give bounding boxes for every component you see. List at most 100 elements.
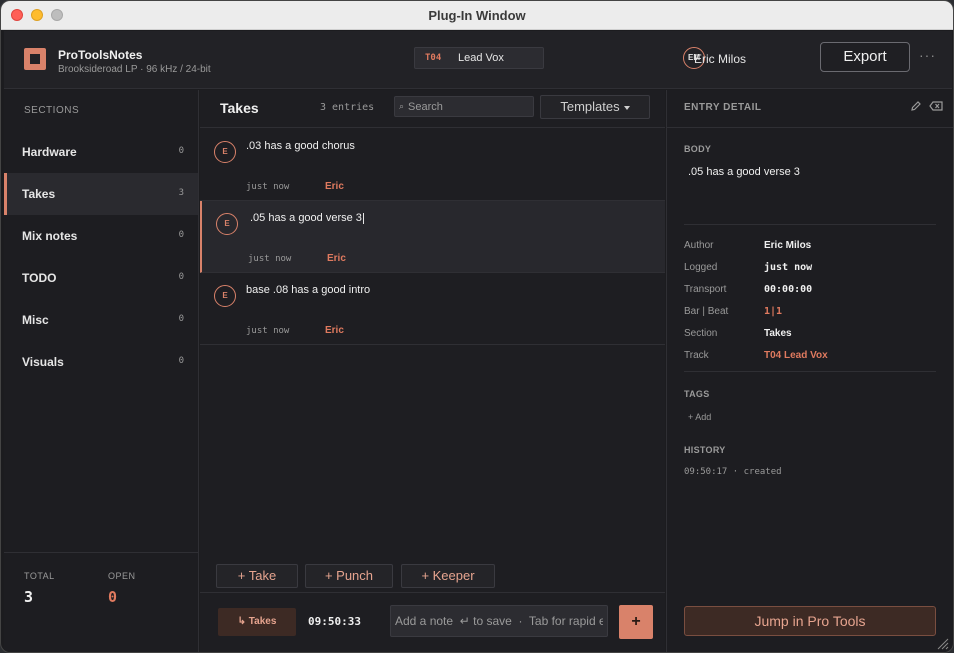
transport-clock: 09:50:33 xyxy=(308,615,361,628)
entry-text: base .08 has a good intro xyxy=(246,284,371,296)
detail-title: ENTRY DETAIL xyxy=(684,102,762,113)
entry-author: Eric xyxy=(327,253,346,264)
sidebar-item-count: 0 xyxy=(178,356,184,366)
add-punch-button[interactable]: + Punch xyxy=(305,564,393,588)
body-text[interactable]: .05 has a good verse 3 xyxy=(688,166,800,178)
field-key-bar-beat: Bar | Beat xyxy=(684,306,729,317)
sections-heading: SECTIONS xyxy=(24,105,80,116)
resize-grip-icon[interactable] xyxy=(935,636,949,650)
title-bar: Plug-In Window xyxy=(1,1,953,30)
sidebar-item-label: Mix notes xyxy=(22,229,78,243)
note-input[interactable] xyxy=(390,605,608,637)
list-item-selected[interactable]: E .05 has a good verse 3 just now Eric xyxy=(200,201,665,273)
field-key-author: Author xyxy=(684,240,714,251)
search-icon: ⌕ xyxy=(399,101,405,111)
list-item[interactable]: E .03 has a good chorus just now Eric xyxy=(200,129,665,201)
total-label: TOTAL xyxy=(24,571,55,581)
sidebar-item-todo[interactable]: TODO 0 xyxy=(4,257,198,299)
add-keeper-button[interactable]: + Keeper xyxy=(401,564,495,588)
sidebar-item-label: Misc xyxy=(22,313,49,327)
sidebar-item-takes[interactable]: Takes 3 xyxy=(4,173,198,215)
add-take-button[interactable]: + Take xyxy=(216,564,298,588)
sections-sidebar: SECTIONS Hardware 0 Takes 3 Mix notes 0 … xyxy=(4,90,199,652)
add-tag-button[interactable]: + Add xyxy=(688,412,711,422)
templates-label: Templates xyxy=(560,99,620,114)
author-avatar: E xyxy=(214,285,236,307)
entry-time: just now xyxy=(248,254,292,264)
sidebar-item-label: Hardware xyxy=(22,145,77,159)
templates-dropdown[interactable]: Templates xyxy=(540,95,650,119)
sidebar-item-count: 0 xyxy=(178,146,184,156)
total-value: 3 xyxy=(24,588,34,606)
chevron-down-icon xyxy=(623,105,630,110)
sidebar-item-mix-notes[interactable]: Mix notes 0 xyxy=(4,215,198,257)
entry-text: .05 has a good verse 3 xyxy=(250,212,362,224)
author-avatar: E xyxy=(216,213,238,235)
field-key-section: Section xyxy=(684,328,718,339)
plugin-window: Plug-In Window ProToolsNotes Brooksidero… xyxy=(0,0,954,653)
track-selector[interactable]: T04 Lead Vox xyxy=(414,47,544,69)
field-key-track: Track xyxy=(684,350,709,361)
entry-time: just now xyxy=(246,326,290,336)
sidebar-stats: TOTAL 3 OPEN 0 xyxy=(4,552,198,652)
field-key-logged: Logged xyxy=(684,262,718,273)
open-label: OPEN xyxy=(108,571,136,581)
field-value-track: T04 Lead Vox xyxy=(764,350,828,361)
search-input[interactable] xyxy=(408,99,530,115)
jump-in-pro-tools-button[interactable]: Jump in Pro Tools xyxy=(684,606,936,636)
history-label: HISTORY xyxy=(684,445,726,455)
entry-text-editor[interactable]: .05 has a good verse 3 xyxy=(250,212,364,224)
open-value: 0 xyxy=(108,588,118,606)
field-value-bar-beat: 1|1 xyxy=(764,306,783,317)
session-subtitle: Brooksideroad LP · 96 kHz / 24-bit xyxy=(58,64,211,75)
list-item[interactable]: E base .08 has a good intro just now Eri… xyxy=(200,273,665,345)
field-value-logged: just now xyxy=(764,262,813,273)
divider xyxy=(684,224,936,225)
entry-detail-panel: ENTRY DETAIL BODY .05 has a good verse 3… xyxy=(666,90,953,652)
search-box[interactable]: ⌕ xyxy=(394,96,534,117)
track-name: Lead Vox xyxy=(458,52,504,64)
section-title: Takes xyxy=(220,100,259,116)
field-value-section: Takes xyxy=(764,328,792,339)
sidebar-item-misc[interactable]: Misc 0 xyxy=(4,299,198,341)
app-name: ProToolsNotes xyxy=(58,48,143,62)
tags-label: TAGS xyxy=(684,389,710,399)
body-label: BODY xyxy=(684,144,712,154)
window-title: Plug-In Window xyxy=(428,8,526,23)
app-header: ProToolsNotes Brooksideroad LP · 96 kHz … xyxy=(4,31,952,89)
history-entry: 09:50:17 · created xyxy=(684,467,782,477)
entry-author: Eric xyxy=(325,181,344,192)
entries-header: Takes 3 entries ⌕ Templates xyxy=(200,90,665,128)
entry-time: just now xyxy=(246,182,290,192)
sidebar-item-label: Visuals xyxy=(22,355,64,369)
sidebar-item-label: Takes xyxy=(22,187,56,201)
entry-author: Eric xyxy=(325,325,344,336)
user-name: Eric Milos xyxy=(694,52,747,66)
entry-count: 3 entries xyxy=(320,102,375,113)
sidebar-item-count: 3 xyxy=(178,188,184,198)
field-value-author: Eric Milos xyxy=(764,240,812,251)
export-button[interactable]: Export xyxy=(820,42,910,72)
pencil-icon[interactable] xyxy=(910,100,922,112)
add-note-button[interactable]: + xyxy=(619,605,653,639)
sidebar-item-count: 0 xyxy=(178,314,184,324)
more-options-icon[interactable]: ··· xyxy=(919,47,936,63)
sidebar-item-hardware[interactable]: Hardware 0 xyxy=(4,131,198,173)
track-code: T04 xyxy=(425,53,442,63)
sidebar-item-label: TODO xyxy=(22,271,57,285)
sidebar-item-count: 0 xyxy=(178,272,184,282)
app-logo-icon xyxy=(24,48,46,70)
divider xyxy=(684,371,936,372)
note-composer: ↳ Takes 09:50:33 + xyxy=(200,592,665,652)
field-key-transport: Transport xyxy=(684,284,727,295)
detail-header: ENTRY DETAIL xyxy=(667,90,953,128)
delete-icon[interactable] xyxy=(929,100,943,112)
author-avatar: E xyxy=(214,141,236,163)
entries-panel: Takes 3 entries ⌕ Templates E .03 has a … xyxy=(200,90,665,652)
field-value-transport: 00:00:00 xyxy=(764,284,813,295)
text-caret xyxy=(362,212,364,224)
sidebar-item-count: 0 xyxy=(178,230,184,240)
target-section-chip[interactable]: ↳ Takes xyxy=(218,608,296,636)
entry-text: .03 has a good chorus xyxy=(246,140,355,152)
sidebar-item-visuals[interactable]: Visuals 0 xyxy=(4,341,198,383)
